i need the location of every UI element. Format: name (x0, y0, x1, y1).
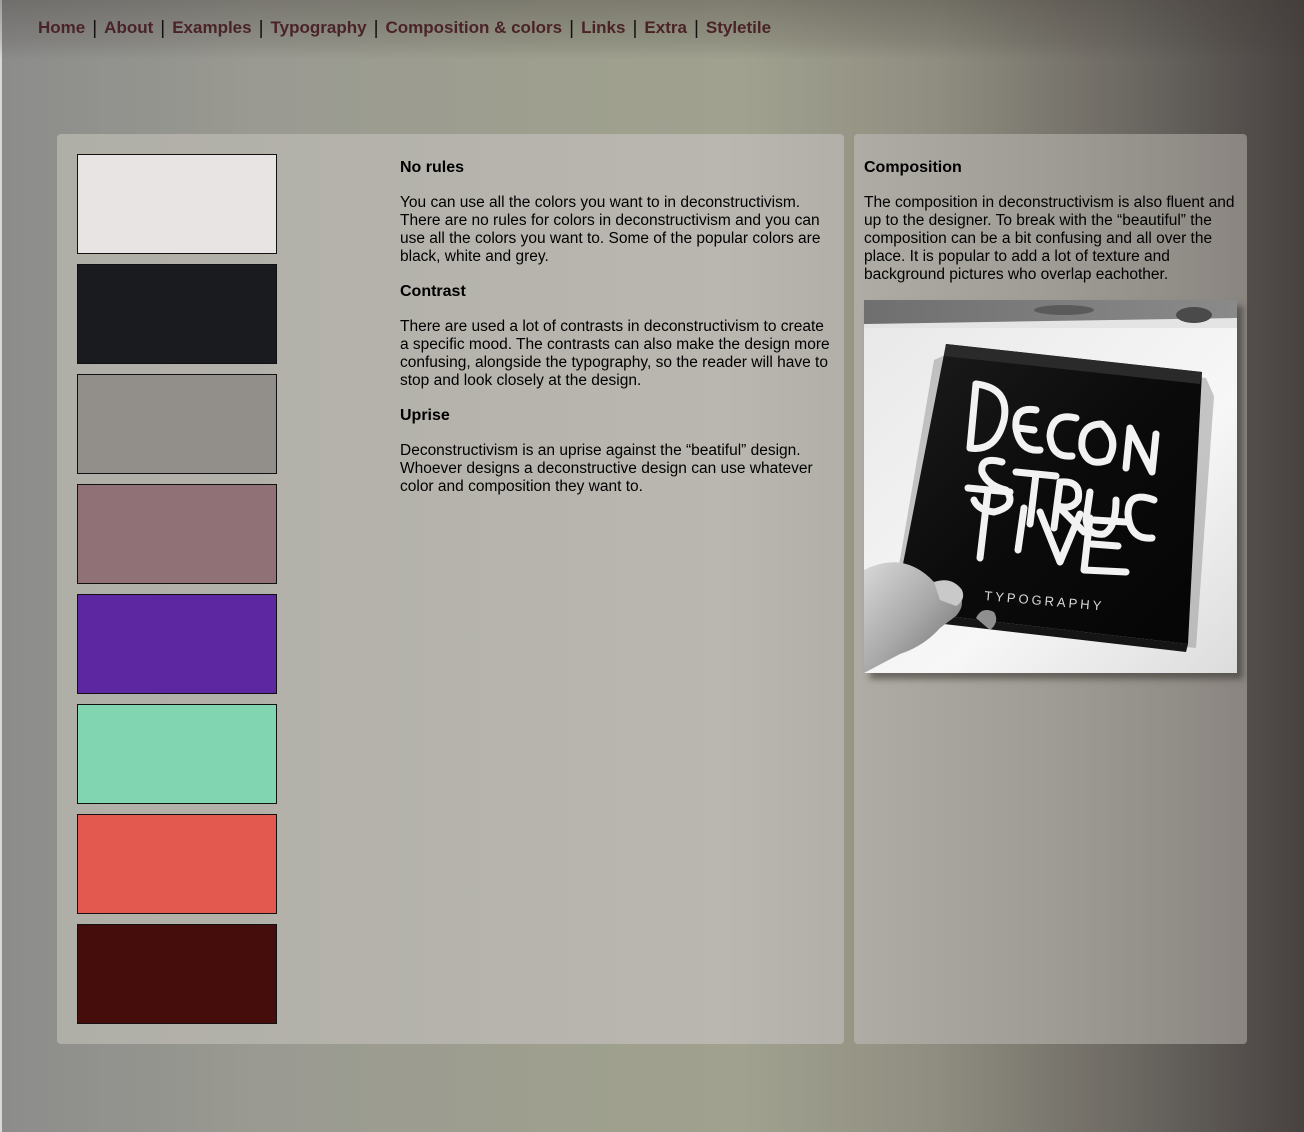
color-swatch-coral-red[interactable] (77, 814, 277, 914)
nav-separator: | (160, 17, 166, 39)
color-swatch-mint[interactable] (77, 704, 277, 804)
section-body-uprise: Deconstructivism is an uprise against th… (400, 442, 813, 495)
nav-separator: | (569, 17, 575, 39)
nav-link-about[interactable]: About (104, 18, 153, 38)
nav-separator: | (373, 17, 379, 39)
nav-separator: | (92, 17, 98, 39)
section-heading-uprise: Uprise (400, 407, 450, 424)
nav-link-composition-colors[interactable]: Composition & colors (386, 18, 563, 38)
page-left-edge (0, 0, 2, 1132)
main-text-column: No rules You can use all the colors you … (400, 158, 836, 512)
nav-link-extra[interactable]: Extra (644, 18, 687, 38)
sidebar-text-column: Composition The composition in deconstru… (864, 158, 1238, 300)
color-swatch-light-grey[interactable] (77, 154, 277, 254)
sidebar-heading-composition: Composition (864, 159, 962, 176)
sidebar-body-composition: The composition in deconstructivism is a… (864, 194, 1235, 283)
color-swatch-purple[interactable] (77, 594, 277, 694)
nav-separator: | (693, 17, 699, 39)
deconstructive-book-photo: TYPOGRAPHY (864, 300, 1237, 673)
nav-link-typography[interactable]: Typography (271, 18, 367, 38)
nav-separator: | (632, 17, 638, 39)
main-navigation: Home | About | Examples | Typography | C… (38, 18, 771, 38)
nav-link-home[interactable]: Home (38, 18, 85, 38)
color-swatch-grey[interactable] (77, 374, 277, 474)
section-heading-no-rules: No rules (400, 159, 465, 176)
nav-link-styletile[interactable]: Styletile (706, 18, 771, 38)
nav-separator: | (258, 17, 264, 39)
nav-link-examples[interactable]: Examples (172, 18, 251, 38)
section-heading-contrast: Contrast (400, 283, 466, 300)
color-swatch-mauve[interactable] (77, 484, 277, 584)
color-swatch-black[interactable] (77, 264, 277, 364)
section-body-no-rules: You can use all the colors you want to i… (400, 194, 821, 265)
nav-link-links[interactable]: Links (581, 18, 625, 38)
color-swatch-dark-maroon[interactable] (77, 924, 277, 1024)
section-body-contrast: There are used a lot of contrasts in dec… (400, 318, 830, 389)
